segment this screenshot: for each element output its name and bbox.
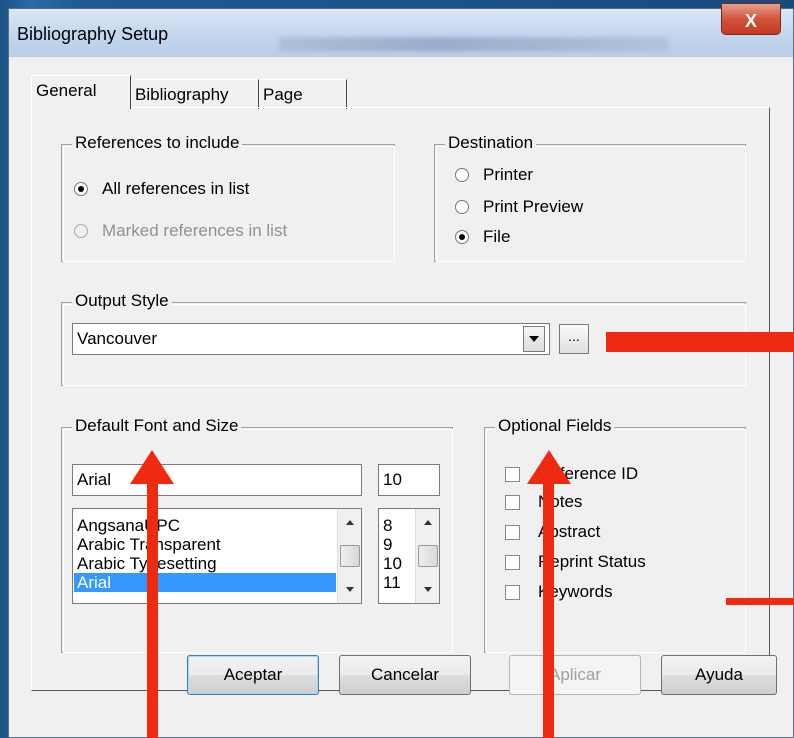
references-group-label: References to include — [72, 133, 243, 153]
font-listbox[interactable]: AngsanaUPC Arabic Transparent Arabic Typ… — [72, 508, 362, 604]
size-list-scrollbar[interactable] — [415, 509, 439, 603]
general-tab-panel: References to include All references in … — [31, 107, 770, 691]
radio-printer[interactable]: Printer — [455, 165, 533, 185]
tab-general[interactable]: General — [31, 75, 131, 109]
scroll-up-icon[interactable] — [346, 520, 354, 525]
checkbox-notes-box[interactable] — [505, 494, 520, 510]
blurred-title-region — [279, 37, 669, 51]
checkbox-reprint-status-box[interactable] — [505, 554, 520, 570]
checkbox-reference-id-box[interactable] — [505, 466, 520, 482]
annotation-arrow-optional-head — [527, 450, 571, 484]
radio-file-button[interactable] — [455, 230, 469, 244]
dialog-client-area: General Bibliography Page References to … — [17, 57, 785, 731]
font-size-group-label: Default Font and Size — [72, 416, 242, 436]
annotation-arrow-output-style — [606, 332, 794, 352]
annotation-arrow-font-shaft — [147, 478, 158, 738]
radio-file-label: File — [483, 227, 511, 246]
font-name-value: Arial — [77, 470, 112, 489]
list-item[interactable]: 10 — [383, 554, 402, 573]
ok-button[interactable]: Aceptar — [187, 655, 319, 695]
output-style-value: Vancouver — [77, 329, 158, 348]
radio-print-preview-button[interactable] — [455, 200, 469, 214]
list-item[interactable]: AngsanaUPC — [77, 516, 180, 535]
checkbox-keywords[interactable]: Keywords — [505, 582, 613, 602]
tab-page[interactable]: Page — [259, 79, 347, 109]
annotation-arrow-optional-shaft — [543, 478, 554, 738]
checkbox-reprint-status-label: Reprint Status — [538, 552, 646, 571]
radio-all-references-button[interactable] — [74, 182, 88, 196]
destination-group-label: Destination — [445, 133, 537, 153]
list-item[interactable]: 9 — [383, 535, 392, 554]
bibliography-setup-dialog: Bibliography Setup X General Bibliograph… — [8, 3, 794, 738]
font-size-value: 10 — [383, 470, 402, 489]
close-button[interactable]: X — [721, 3, 781, 35]
references-group: References to include All references in … — [61, 133, 395, 262]
annotation-line-optional-fields — [726, 598, 794, 605]
scroll-down-icon[interactable] — [346, 587, 354, 592]
radio-printer-button[interactable] — [455, 168, 469, 182]
checkbox-reference-id[interactable]: Reference ID — [505, 464, 638, 484]
list-item[interactable]: 11 — [383, 573, 401, 592]
checkbox-reprint-status[interactable]: Reprint Status — [505, 552, 646, 572]
scroll-thumb[interactable] — [418, 545, 438, 567]
chevron-down-icon — [529, 336, 539, 342]
optional-fields-group-label: Optional Fields — [495, 416, 615, 436]
font-list-scrollbar[interactable] — [337, 509, 361, 603]
scroll-up-icon[interactable] — [424, 520, 432, 525]
radio-print-preview-label: Print Preview — [483, 197, 584, 216]
optional-fields-group: Optional Fields Reference ID Notes Abstr… — [484, 416, 746, 653]
annotation-arrow-font-head — [130, 450, 174, 484]
output-style-combo[interactable]: Vancouver — [72, 323, 550, 355]
checkbox-abstract-box[interactable] — [505, 524, 520, 540]
radio-printer-label: Printer — [483, 165, 534, 184]
radio-all-references[interactable]: All references in list — [74, 179, 249, 199]
radio-marked-references-label: Marked references in list — [102, 221, 288, 240]
font-size-group: Default Font and Size Arial 10 AngsanaUP… — [61, 416, 453, 653]
apply-button: Aplicar — [509, 655, 641, 695]
output-style-group-label: Output Style — [72, 291, 172, 311]
window-title: Bibliography Setup — [17, 24, 169, 44]
radio-marked-references-button — [74, 224, 88, 238]
tab-bibliography[interactable]: Bibliography — [131, 79, 259, 109]
radio-print-preview[interactable]: Print Preview — [455, 197, 583, 217]
list-item-selected[interactable]: Arial — [74, 573, 336, 592]
scroll-thumb[interactable] — [340, 545, 360, 567]
radio-file[interactable]: File — [455, 227, 510, 247]
list-item[interactable]: 8 — [383, 516, 392, 535]
output-style-dropdown-button[interactable] — [523, 326, 545, 352]
radio-marked-references: Marked references in list — [74, 221, 287, 241]
title-bar[interactable]: Bibliography Setup X — [9, 3, 793, 57]
font-size-input[interactable]: 10 — [378, 464, 440, 496]
checkbox-keywords-box[interactable] — [505, 584, 520, 600]
help-button[interactable]: Ayuda — [661, 655, 777, 695]
size-listbox[interactable]: 8 9 10 11 — [378, 508, 440, 604]
scroll-down-icon[interactable] — [424, 587, 432, 592]
radio-all-references-label: All references in list — [102, 179, 250, 198]
destination-group: Destination Printer Print Preview File — [434, 133, 746, 262]
browse-styles-button[interactable]: ... — [559, 324, 589, 354]
cancel-button[interactable]: Cancelar — [339, 655, 471, 695]
font-name-input[interactable]: Arial — [72, 464, 362, 496]
